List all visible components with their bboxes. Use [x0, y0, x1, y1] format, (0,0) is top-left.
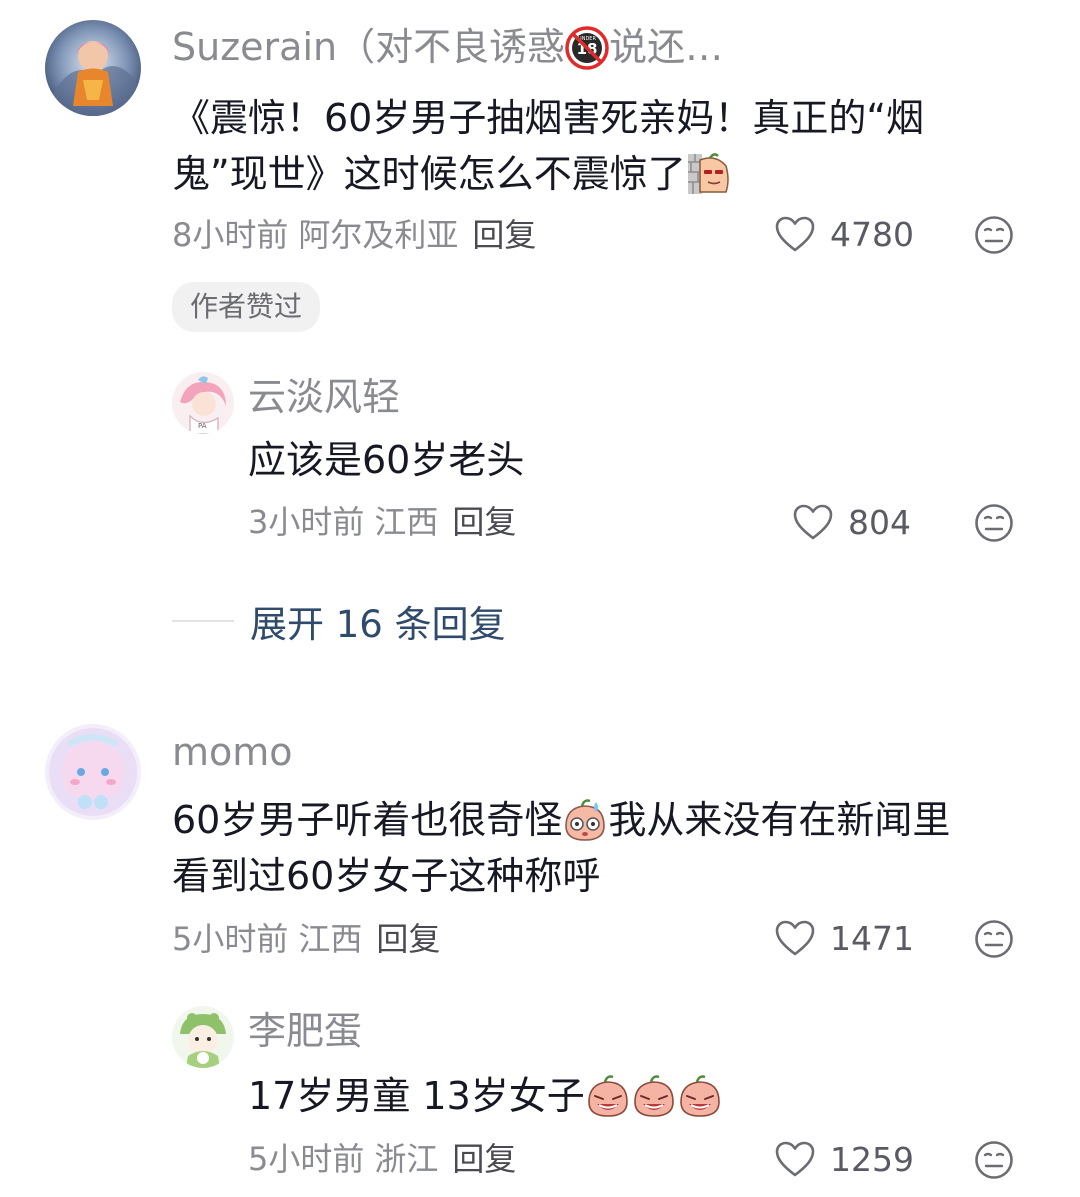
- comment-location: 阿尔及利亚: [298, 216, 459, 254]
- avatar[interactable]: [45, 724, 141, 820]
- reply-time: 3小时前: [248, 503, 365, 541]
- reply-location: 浙江: [374, 1140, 439, 1178]
- divider: [172, 620, 234, 622]
- under-18-icon: 18 UNDER: [565, 25, 609, 70]
- reply-meta: 3小时前 江西 回复: [248, 506, 516, 538]
- sweating-sticker-icon: [562, 796, 608, 842]
- dislike-face-icon[interactable]: [974, 919, 1014, 959]
- crying-sticker-icon: [631, 1072, 677, 1118]
- comment-meta: 8小时前 阿尔及利亚 回复: [172, 219, 536, 251]
- dislike-face-icon[interactable]: [974, 215, 1014, 255]
- avatar[interactable]: PA: [172, 372, 234, 434]
- like-count: 804: [848, 502, 911, 542]
- comment-time: 5小时前: [172, 920, 289, 958]
- avatar[interactable]: [45, 20, 141, 116]
- avatar[interactable]: [172, 1006, 234, 1068]
- peeking-sticker-icon: [686, 150, 732, 196]
- dislike-face-icon[interactable]: [974, 503, 1014, 543]
- author-liked-badge: 作者赞过: [172, 282, 321, 332]
- reply-meta: 5小时前 浙江 回复: [248, 1143, 516, 1175]
- like-button[interactable]: 4780: [774, 215, 914, 253]
- reply-button[interactable]: 回复: [472, 216, 536, 254]
- heart-icon: [793, 504, 833, 540]
- like-count: 1471: [830, 918, 914, 958]
- reply-username[interactable]: 云淡风轻: [248, 378, 400, 416]
- comment-username[interactable]: momo: [172, 733, 293, 771]
- like-button[interactable]: 804: [792, 503, 911, 541]
- reply-button[interactable]: 回复: [452, 1140, 516, 1178]
- reply-button[interactable]: 回复: [452, 503, 516, 541]
- svg-text:PA: PA: [198, 422, 207, 430]
- comment-meta: 5小时前 江西 回复: [172, 923, 440, 955]
- like-button[interactable]: 1259: [774, 1140, 914, 1178]
- like-count: 1259: [830, 1139, 914, 1179]
- comment-text: 《震惊！60岁男子抽烟害死亲妈！真正的“烟 鬼”现世》这时候怎么不震惊了: [172, 96, 925, 196]
- heart-icon: [775, 920, 815, 956]
- comment-username[interactable]: Suzerain（对不良诱惑 18 UNDER 说还…: [172, 25, 723, 70]
- like-count: 4780: [830, 214, 914, 254]
- reply-button[interactable]: 回复: [376, 920, 440, 958]
- comment-text: 60岁男子听着也很奇怪 我从来没有在新闻里 看到过60岁女子这种称呼: [172, 792, 950, 904]
- like-button[interactable]: 1471: [774, 919, 914, 957]
- dislike-face-icon[interactable]: [974, 1140, 1014, 1180]
- heart-icon: [775, 1141, 815, 1177]
- reply-username[interactable]: 李肥蛋: [248, 1012, 362, 1050]
- crying-sticker-icon: [585, 1072, 631, 1118]
- reply-location: 江西: [374, 503, 439, 541]
- reply-time: 5小时前: [248, 1140, 365, 1178]
- comment-time: 8小时前: [172, 216, 289, 254]
- reply-text: 17岁男童 13岁女子: [248, 1068, 723, 1124]
- comment-location: 江西: [298, 920, 363, 958]
- heart-icon: [775, 216, 815, 252]
- crying-sticker-icon: [677, 1072, 723, 1118]
- expand-replies-button[interactable]: 展开 16 条回复: [172, 594, 506, 648]
- reply-text: 应该是60岁老头: [248, 438, 525, 482]
